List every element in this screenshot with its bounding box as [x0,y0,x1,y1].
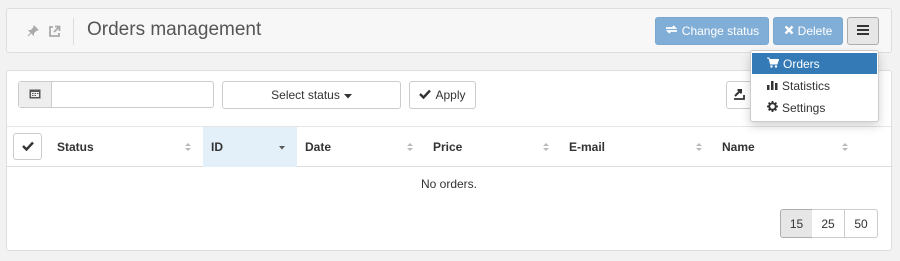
caret-down-icon [343,88,352,102]
page-size-25[interactable]: 25 [812,209,845,238]
select-all-checkbox[interactable] [13,133,42,160]
change-status-button[interactable]: Change status [655,17,769,45]
check-icon [419,88,432,102]
export-button[interactable] [726,81,752,109]
menu-item-statistics[interactable]: Statistics [752,75,877,96]
cart-icon [767,57,780,71]
column-header-price[interactable]: Price [425,127,561,167]
navigation-dropdown: Orders Statistics Settings [750,50,879,122]
gear-icon [767,100,778,115]
delete-label: Delete [797,24,833,38]
delete-button[interactable]: Delete [773,17,843,45]
bar-chart-icon [767,79,778,93]
sort-icon [185,143,191,151]
menu-toggle-button[interactable] [847,17,879,45]
column-label: Date [305,140,332,154]
header-panel: Orders management Change status Delete [6,8,892,53]
date-filter [18,81,214,108]
menu-item-label: Orders [783,56,820,71]
page-size-15[interactable]: 15 [780,209,813,238]
refresh-icon [665,24,678,38]
column-label: Name [722,140,755,154]
empty-table-message: No orders. [420,177,478,191]
orders-table-header: Status ID Date Price E-mail Name [7,126,891,167]
page-title: Orders management [87,19,262,40]
sort-icon [696,143,702,151]
column-header-email[interactable]: E-mail [561,127,714,167]
column-header-id[interactable]: ID [203,127,297,167]
export-icon [733,88,745,103]
page-size-50[interactable]: 50 [845,209,878,238]
column-label: Price [433,140,463,154]
header-divider [73,18,74,45]
menu-item-settings[interactable]: Settings [752,97,877,118]
status-select-label: Select status [271,88,340,102]
column-header-name[interactable]: Name [714,127,860,167]
date-input[interactable] [53,82,213,107]
change-status-label: Change status [681,24,760,38]
column-label: ID [211,140,223,154]
column-label: E-mail [569,140,606,154]
column-header-date[interactable]: Date [297,127,425,167]
column-label: Status [57,140,94,154]
sort-icon [543,143,549,151]
pin-icon[interactable] [24,22,42,40]
sort-desc-icon [279,146,285,150]
menu-item-orders[interactable]: Orders [752,53,877,74]
apply-button[interactable]: Apply [409,81,476,109]
sort-icon [842,143,848,151]
calendar-button[interactable] [19,82,52,107]
hamburger-icon [857,24,869,38]
menu-item-label: Settings [782,100,826,115]
external-link-icon[interactable] [45,22,63,40]
sort-icon [407,143,413,151]
calendar-icon [29,87,41,102]
menu-item-label: Statistics [782,78,831,93]
column-header-status[interactable]: Status [45,127,203,167]
close-icon [784,24,794,38]
status-select[interactable]: Select status [222,81,401,109]
check-icon [21,139,34,154]
apply-label: Apply [435,88,466,102]
